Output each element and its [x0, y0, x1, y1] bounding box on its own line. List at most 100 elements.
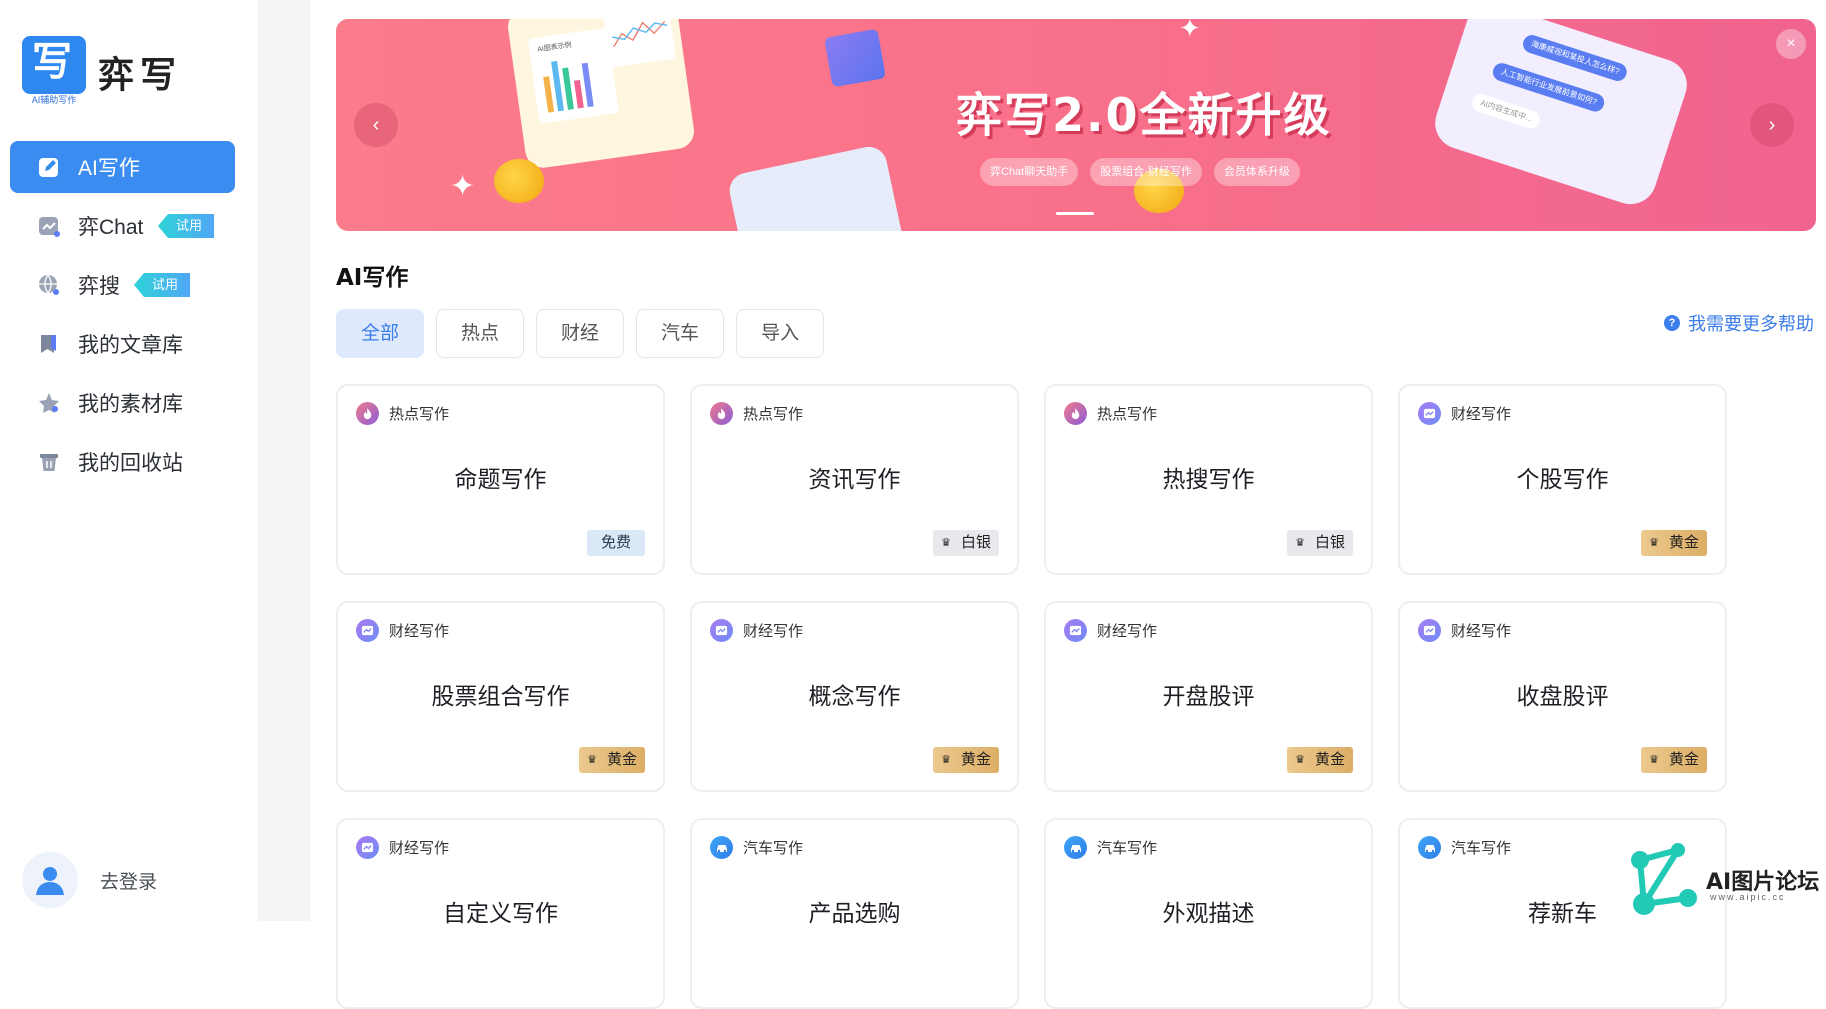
flame-icon [1064, 402, 1087, 425]
tier-badge: ♛ 黄金 [933, 747, 999, 773]
writing-card[interactable]: 财经写作 个股写作 ♛ 黄金 [1398, 384, 1727, 575]
writing-card-grid: 热点写作 命题写作 免费 热点写作 资讯写作 ♛ 白银 热点写作 热搜写作 ♛ 白银 财经写作 个股写作… [336, 384, 1727, 1009]
card-category-label: 汽车写作 [1451, 840, 1512, 857]
card-category: 热点写作 [356, 402, 449, 425]
sidebar-item-label: 弈搜 [78, 275, 120, 298]
logo-icon: 写 AI辅助写作 [22, 36, 86, 105]
crown-icon: ♛ [1295, 754, 1305, 766]
card-category: 财经写作 [710, 619, 803, 642]
sidebar-item-label: 弈Chat [78, 216, 144, 239]
bookmark-icon [36, 331, 62, 357]
card-category: 财经写作 [1418, 619, 1511, 642]
logo[interactable]: 写 AI辅助写作 弈写 [22, 36, 182, 105]
help-label: 我需要更多帮助 [1688, 314, 1814, 334]
watermark: AI图片论坛 www.aipic.cc [1626, 838, 1826, 921]
writing-card[interactable]: 财经写作股票组合写作 ♛ 黄金 [336, 601, 665, 792]
promo-banner[interactable]: AI图表示例 ✦ ✦ 弈写2.0全新升级 弈Chat聊天助手 股票组合·财经写作… [336, 19, 1816, 231]
card-category: 财经写作 [356, 619, 449, 642]
card-category: 汽车写作 [1064, 836, 1157, 859]
writing-card[interactable]: 热点写作 热搜写作 ♛ 白银 [1044, 384, 1373, 575]
tier-label: 白银 [1314, 534, 1345, 551]
tier-label: 黄金 [1668, 751, 1699, 768]
writing-card[interactable]: 热点写作命题写作免费 [336, 384, 665, 575]
card-title: 个股写作 [1516, 466, 1609, 492]
tier-label: 黄金 [1314, 751, 1345, 768]
tier-label: 白银 [960, 534, 991, 551]
card-category-label: 热点写作 [743, 406, 804, 423]
logo-subtitle: AI辅助写作 [31, 95, 77, 105]
carousel-next-button[interactable]: › [1750, 103, 1794, 147]
carousel-indicator[interactable] [1056, 212, 1094, 215]
banner-chip: 弈Chat聊天助手 [980, 158, 1079, 186]
writing-card[interactable]: 财经写作概念写作 ♛ 黄金 [690, 601, 1019, 792]
card-category: 财经写作 [1418, 402, 1511, 425]
card-category-label: 汽车写作 [743, 840, 804, 857]
sidebar-item-trash[interactable]: 我的回收站 [10, 436, 235, 488]
banner-chips: 弈Chat聊天助手 股票组合·财经写作 会员体系升级 [980, 158, 1300, 186]
chart-icon [710, 619, 733, 642]
card-category: 汽车写作 [1418, 836, 1511, 859]
login-button[interactable]: 去登录 [22, 852, 157, 908]
sidebar-gutter [258, 0, 310, 921]
chart-illustration: AI图表示例 [505, 19, 697, 171]
chart-icon [356, 836, 379, 859]
banner-close-button[interactable]: × [1776, 29, 1806, 59]
tab-auto[interactable]: 汽车 [636, 309, 725, 358]
chart-icon [356, 619, 379, 642]
question-icon: ? [1664, 315, 1680, 331]
writing-card[interactable]: 汽车写作产品选购 [690, 818, 1019, 1009]
chat-illustration: 海康威视和某投人怎么样? 人工智能行业发展前景如何? AI内容生成中... [1428, 19, 1694, 211]
banner-title: 弈写2.0全新升级 [956, 88, 1332, 142]
tier-label: 免费 [600, 534, 631, 551]
sidebar-item-articles[interactable]: 我的文章库 [10, 318, 235, 370]
card-category: 财经写作 [356, 836, 449, 859]
tier-badge: ♛ 黄金 [579, 747, 645, 773]
card-category-label: 财经写作 [389, 840, 450, 857]
card-title: 产品选购 [808, 900, 901, 926]
chart-icon [1064, 619, 1087, 642]
chart-icon [1418, 619, 1441, 642]
trash-icon [36, 449, 62, 475]
sidebar-item-search[interactable]: 弈搜 试用 [10, 259, 235, 311]
tier-badge: ♛ 白银 [1287, 530, 1353, 556]
carousel-prev-button[interactable]: ‹ [354, 103, 398, 147]
section-title: AI写作 [336, 265, 409, 291]
card-title: 命题写作 [454, 466, 547, 492]
document-icon [824, 28, 886, 88]
writing-card[interactable]: 热点写作 资讯写作 ♛ 白银 [690, 384, 1019, 575]
card-title: 概念写作 [808, 683, 901, 709]
card-category-label: 汽车写作 [1097, 840, 1158, 857]
globe-search-icon [36, 272, 62, 298]
sidebar-item-chat[interactable]: 弈Chat 试用 [10, 200, 235, 252]
user-icon [36, 867, 64, 895]
card-title: 股票组合写作 [431, 683, 570, 709]
writing-card[interactable]: 财经写作 收盘股评 ♛ 黄金 [1398, 601, 1727, 792]
sidebar-item-materials[interactable]: 我的素材库 [10, 377, 235, 429]
tab-hot[interactable]: 热点 [436, 309, 525, 358]
sidebar-item-label: 我的文章库 [78, 334, 183, 357]
tab-finance[interactable]: 财经 [536, 309, 625, 358]
coin-icon [494, 159, 544, 203]
card-category: 汽车写作 [710, 836, 803, 859]
banner-chip: 会员体系升级 [1213, 158, 1300, 186]
crown-icon: ♛ [941, 537, 951, 549]
sidebar-item-ai-writing[interactable]: AI写作 [10, 141, 235, 193]
card-title: 收盘股评 [1516, 683, 1609, 709]
writing-card[interactable]: 财经写作 自定义写作 [336, 818, 665, 1009]
sparkle-icon: ✦ [1179, 19, 1201, 43]
flame-icon [710, 402, 733, 425]
chat-bubble: AI内容生成中... [1469, 91, 1543, 131]
tab-import[interactable]: 导入 [736, 309, 825, 358]
sidebar-item-label: 我的回收站 [78, 452, 183, 475]
card-category: 热点写作 [710, 402, 803, 425]
writing-card[interactable]: 财经写作 开盘股评 ♛ 黄金 [1044, 601, 1373, 792]
crown-icon: ♛ [941, 754, 951, 766]
tier-badge: ♛ 黄金 [1287, 747, 1353, 773]
card-title: 热搜写作 [1162, 466, 1255, 492]
writing-card[interactable]: 汽车写作 外观描述 [1044, 818, 1373, 1009]
tab-all[interactable]: 全部 [336, 309, 425, 358]
pen-icon [36, 154, 62, 180]
help-link[interactable]: ? 我需要更多帮助 [1664, 310, 1814, 336]
car-icon [1064, 836, 1087, 859]
avatar [22, 852, 78, 908]
